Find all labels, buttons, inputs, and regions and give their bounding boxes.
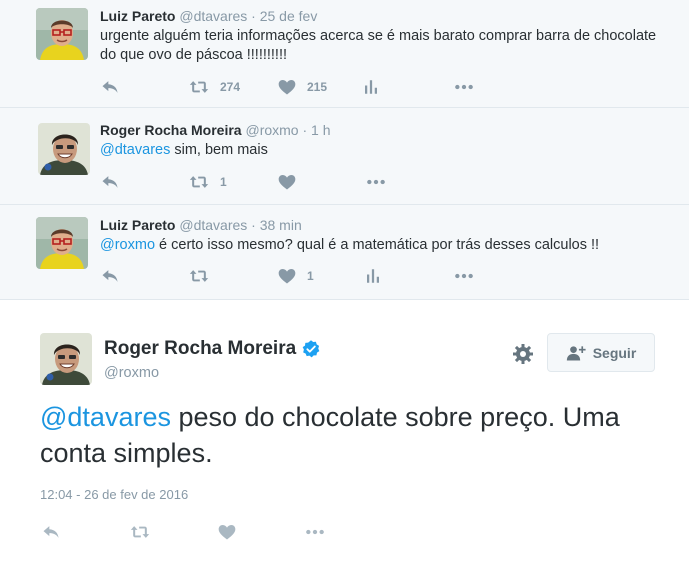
retweet-count: 274 [220, 80, 241, 94]
retweet-button[interactable]: 274 [188, 77, 240, 97]
more-button[interactable] [452, 77, 476, 97]
tweet-text: urgente alguém teria informações acerca … [100, 27, 660, 65]
reply-tweet[interactable]: Luiz Pareto @dtavares · 25 de fev urgent… [0, 0, 689, 108]
reply-tweet[interactable]: Roger Rocha Moreira @roxmo · 1 h @dtavar… [0, 108, 689, 205]
like-button[interactable]: 215 [277, 77, 327, 97]
more-button[interactable] [452, 266, 476, 286]
tweet-header: Luiz Pareto @dtavares · 38 min [100, 217, 302, 233]
follow-label: Seguir [592, 344, 637, 361]
tweet-text: @roxmo é certo isso mesmo? qual é a mate… [100, 236, 680, 255]
analytics-button[interactable] [364, 266, 382, 286]
retweet-button[interactable] [188, 266, 220, 286]
like-button[interactable]: 1 [277, 266, 314, 286]
reply-button[interactable] [40, 522, 62, 542]
heart-icon [277, 266, 297, 286]
more-button[interactable] [302, 522, 328, 542]
retweet-icon [188, 172, 210, 192]
heart-icon [277, 77, 297, 97]
more-icon [452, 77, 476, 97]
heart-icon [277, 172, 297, 192]
mention-link[interactable]: @dtavares [100, 142, 170, 158]
main-tweet: Roger Rocha Moreira @roxmo Seguir @dtava… [0, 300, 689, 565]
reply-icon [100, 266, 120, 286]
timestamp[interactable]: · 38 min [251, 217, 302, 233]
reply-icon [40, 522, 62, 542]
analytics-button[interactable] [362, 77, 380, 97]
follow-button[interactable]: Seguir [547, 333, 655, 372]
like-count: 215 [307, 80, 328, 94]
more-icon [364, 172, 388, 192]
more-button[interactable] [364, 172, 388, 192]
retweet-icon [188, 266, 210, 286]
tweet-header: Luiz Pareto @dtavares · 25 de fev [100, 8, 317, 24]
retweet-count: 1 [220, 175, 227, 189]
fullname[interactable]: Roger Rocha Moreira [100, 122, 242, 138]
reply-icon [100, 172, 120, 192]
fullname-text[interactable]: Roger Rocha Moreira [104, 338, 296, 360]
handle[interactable]: @roxmo [245, 122, 298, 138]
mention-link[interactable]: @roxmo [100, 237, 155, 253]
retweet-button[interactable]: 1 [188, 172, 227, 192]
add-user-icon [566, 345, 586, 360]
avatar[interactable] [36, 217, 88, 269]
tweet-timestamp[interactable]: 12:04 - 26 de fev de 2016 [40, 487, 188, 502]
reply-button[interactable] [100, 266, 120, 286]
tweet-header: Roger Rocha Moreira @roxmo · 1 h [100, 122, 331, 138]
verified-badge-icon [302, 340, 320, 358]
tweet-text-content: sim, bem mais [170, 142, 268, 158]
mention-link[interactable]: @dtavares [40, 402, 171, 432]
handle[interactable]: @dtavares [179, 217, 247, 233]
handle[interactable]: @dtavares [179, 8, 247, 24]
gear-icon[interactable] [511, 342, 535, 366]
like-button[interactable] [217, 522, 237, 542]
avatar[interactable] [38, 123, 90, 175]
fullname[interactable]: Luiz Pareto [100, 8, 175, 24]
retweet-icon [128, 522, 152, 542]
more-icon [452, 266, 476, 286]
tweet-text-content: é certo isso mesmo? qual é a matemática … [155, 237, 600, 253]
like-count: 1 [307, 269, 314, 283]
timestamp[interactable]: · 25 de fev [251, 8, 317, 24]
analytics-icon [364, 266, 382, 286]
tweet-text-content: urgente alguém teria informações acerca … [100, 28, 657, 63]
avatar[interactable] [40, 333, 92, 385]
reply-button[interactable] [100, 77, 120, 97]
tweet-text: @dtavares sim, bem mais [100, 141, 660, 160]
retweet-button[interactable] [128, 522, 152, 542]
like-button[interactable] [277, 172, 307, 192]
handle[interactable]: @roxmo [104, 365, 159, 381]
fullname[interactable]: Roger Rocha Moreira [104, 338, 321, 360]
reply-tweet[interactable]: Luiz Pareto @dtavares · 38 min @roxmo é … [0, 205, 689, 300]
timestamp[interactable]: · 1 h [302, 122, 330, 138]
retweet-icon [188, 77, 210, 97]
tweet-text: @dtavares peso do chocolate sobre preço.… [40, 399, 660, 471]
fullname[interactable]: Luiz Pareto [100, 217, 175, 233]
reply-button[interactable] [100, 172, 120, 192]
analytics-icon [362, 77, 380, 97]
more-icon [302, 522, 328, 542]
avatar[interactable] [36, 8, 88, 60]
heart-icon [217, 522, 237, 542]
reply-icon [100, 77, 120, 97]
